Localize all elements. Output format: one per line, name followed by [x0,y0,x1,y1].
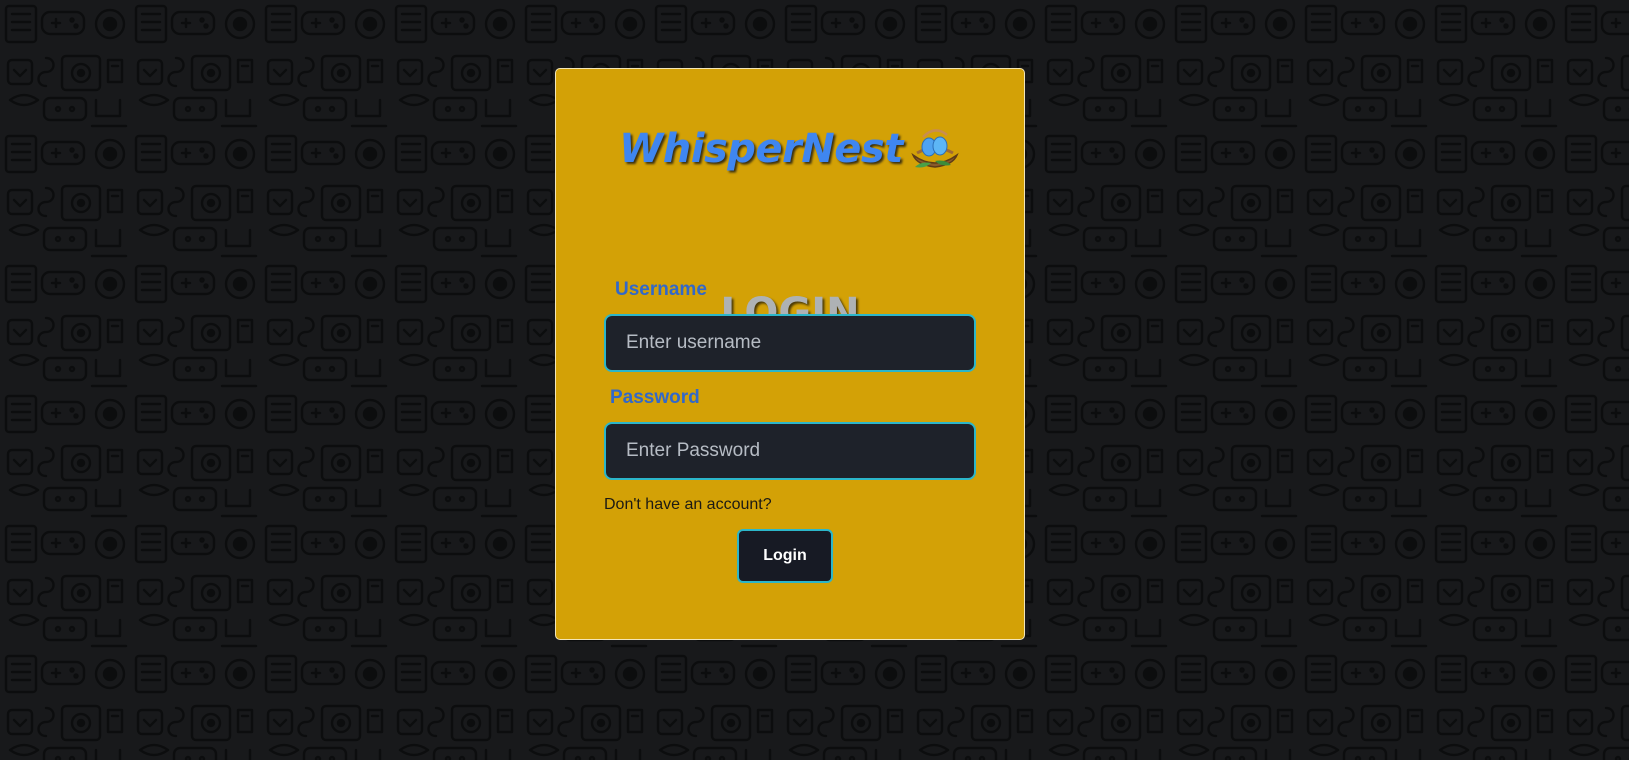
login-button[interactable]: Login [737,529,833,583]
signup-link[interactable]: Don't have an account? [604,496,772,514]
username-input[interactable] [604,314,976,372]
username-label: Username [615,279,707,300]
brand-name: WhisperNest [619,126,903,172]
password-input[interactable] [604,422,976,480]
login-card: WhisperNest LOGIN Username Password Don'… [555,68,1025,640]
brand-logo: WhisperNest [556,119,1024,179]
password-label: Password [610,387,700,408]
nest-icon [911,129,959,168]
